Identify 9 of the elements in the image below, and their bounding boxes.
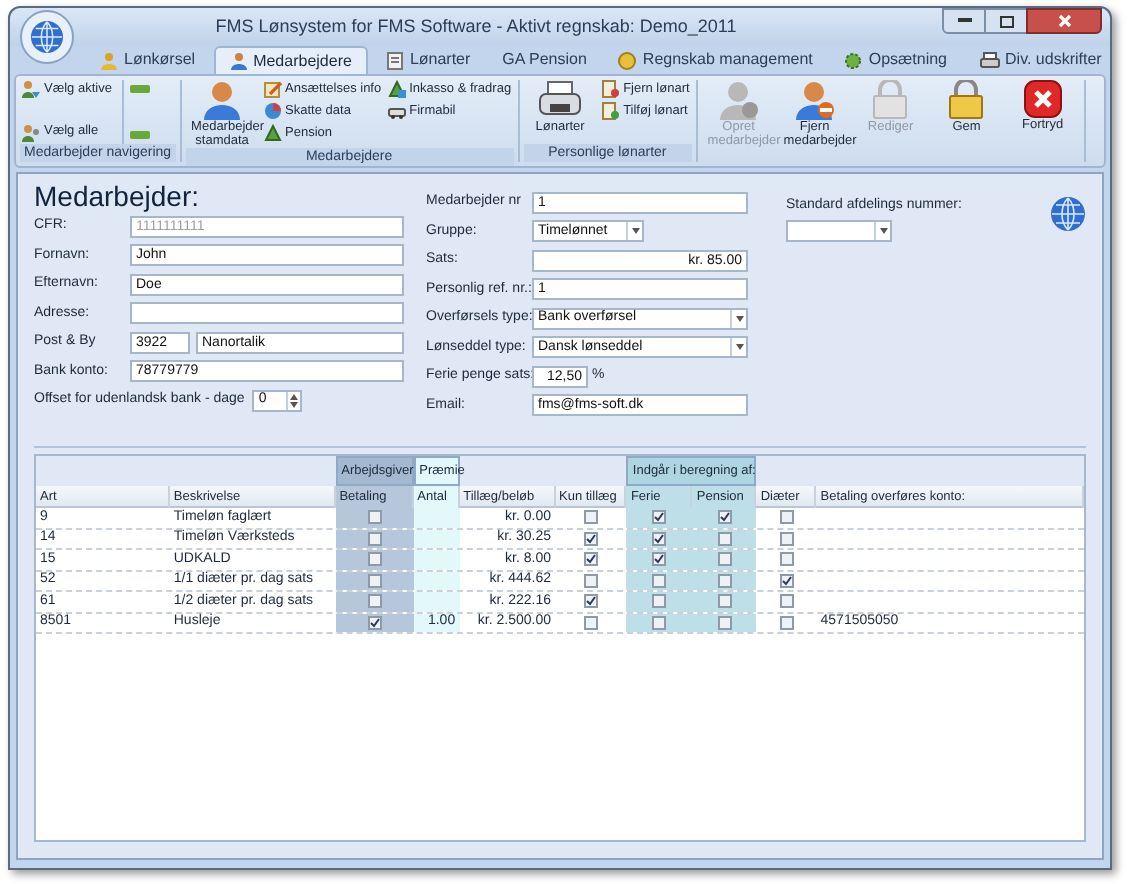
tab[interactable]: Medarbejdere: [213, 46, 368, 74]
section-heading: Medarbejder:: [34, 180, 201, 212]
tab[interactable]: Lønkørsel: [86, 46, 210, 74]
window-title: FMS Lønsystem for FMS Software - Aktivt regnskab: Demo_2011: [215, 13, 737, 40]
tab[interactable]: Regnskab management: [604, 46, 827, 74]
tab[interactable]: Div. udskrifter: [965, 46, 1116, 74]
tab[interactable]: Opsætning: [830, 46, 962, 74]
tab[interactable]: Lønarter: [371, 46, 485, 74]
tab[interactable]: GA Pension: [488, 46, 601, 74]
